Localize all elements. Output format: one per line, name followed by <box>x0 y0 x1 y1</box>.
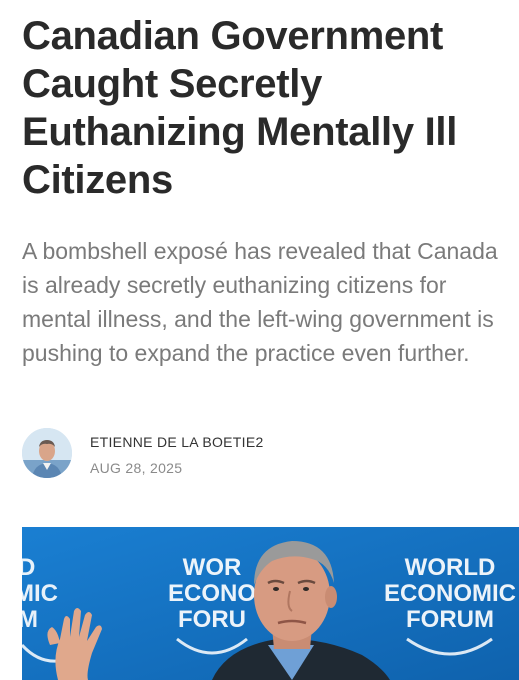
article: Canadian Government Caught Secretly Euth… <box>0 0 519 680</box>
backdrop-right-line-2: ECONOMIC <box>384 580 516 607</box>
author-name[interactable]: ETIENNE DE LA BOETIE2 <box>90 433 264 451</box>
backdrop-edge-line-2: MIC <box>22 580 58 607</box>
backdrop-right-line-1: WORLD <box>405 554 496 581</box>
hero-photo: D MIC M WOR ECONO FORU WORLD ECONOMIC FO… <box>22 527 519 680</box>
backdrop-center-line-1: WOR <box>183 554 242 581</box>
backdrop-edge-line-1: D <box>22 554 35 581</box>
article-subtitle: A bombshell exposé has revealed that Can… <box>22 238 498 366</box>
backdrop-center-line-2: ECONO <box>168 580 256 607</box>
article-headline[interactable]: Canadian Government Caught Secretly Euth… <box>22 12 512 204</box>
avatar-photo <box>22 428 72 478</box>
hero-image[interactable]: D MIC M WOR ECONO FORU WORLD ECONOMIC FO… <box>22 527 519 680</box>
author-avatar[interactable] <box>22 428 72 478</box>
post-date: AUG 28, 2025 <box>90 460 183 476</box>
backdrop-edge-line-3: M <box>22 606 38 633</box>
backdrop-right-line-3: FORUM <box>406 606 494 633</box>
byline: ETIENNE DE LA BOETIE2 AUG 28, 2025 <box>22 428 502 484</box>
backdrop-center-line-3: FORU <box>178 606 246 633</box>
